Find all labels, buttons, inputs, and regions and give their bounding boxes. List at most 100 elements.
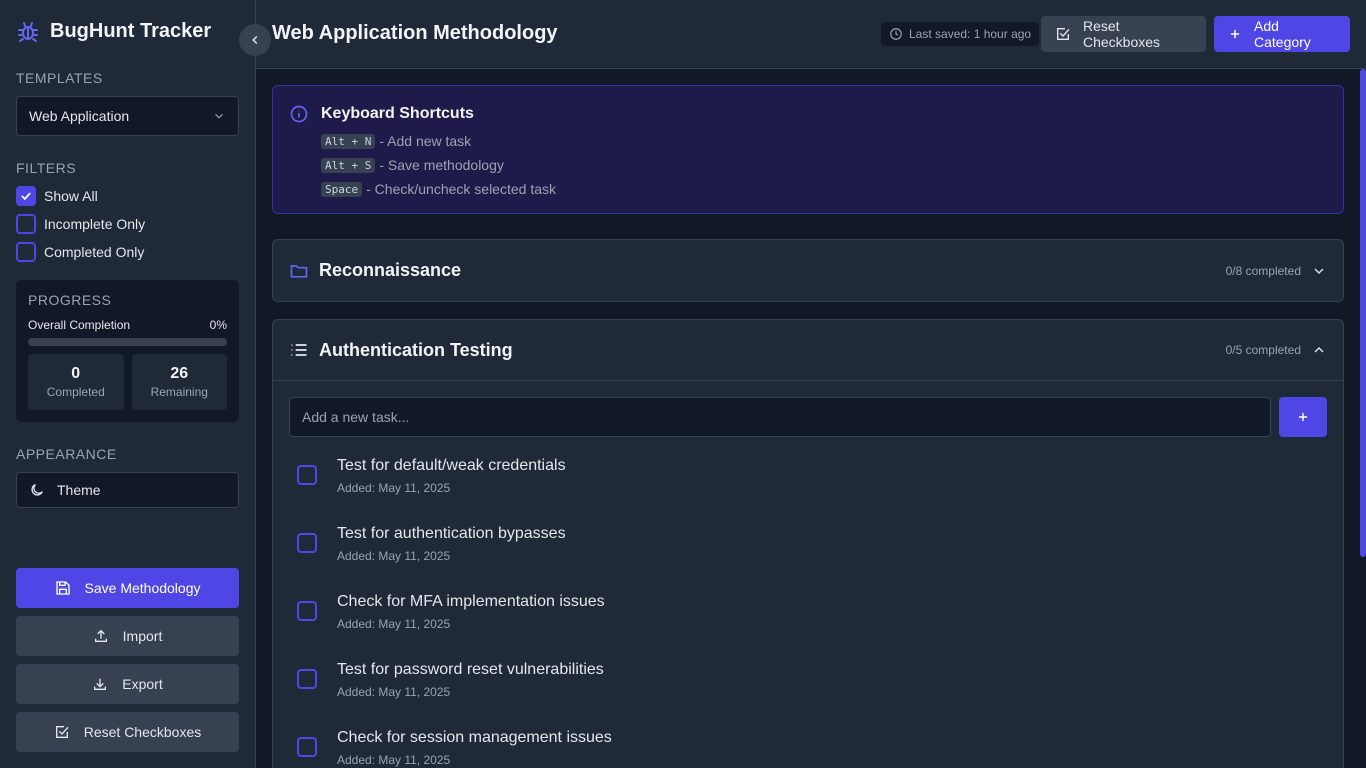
plus-icon (1228, 27, 1242, 41)
task-checkbox[interactable] (297, 669, 317, 689)
sidebar: BugHunt Tracker TEMPLATES Web Applicatio… (0, 0, 256, 768)
filters-label: FILTERS (16, 160, 77, 176)
theme-label: Theme (57, 482, 101, 498)
keyboard-shortcuts-panel: Keyboard Shortcuts Alt + N - Add new tas… (272, 85, 1344, 214)
app-title: BugHunt Tracker (50, 19, 212, 42)
sidebar-reset-checkboxes-button[interactable]: Reset Checkboxes (16, 712, 239, 752)
shortcut-key: Alt + N (321, 133, 376, 149)
task-item: Test for password reset vulnerabilities … (289, 641, 1327, 709)
task-item: Test for default/weak credentials Added:… (289, 437, 1327, 505)
add-task-button[interactable] (1279, 397, 1327, 437)
scrollbar-thumb[interactable] (1360, 69, 1366, 557)
shortcut-desc: - Save methodology (379, 157, 504, 173)
bug-icon (16, 19, 40, 43)
shortcut-item: Alt + N - Add new task (321, 129, 556, 153)
completed-count: 0 (71, 365, 81, 382)
task-date: Added: May 11, 2025 (337, 481, 451, 495)
brand: BugHunt Tracker (16, 16, 239, 46)
reset-checkboxes-label: Reset Checkboxes (1083, 18, 1161, 50)
header: Web Application Methodology Last saved: … (256, 0, 1366, 69)
category-title: Reconnaissance (319, 260, 462, 280)
progress-card: PROGRESS Overall Completion 0% 0 Complet… (16, 280, 239, 422)
task-checkbox[interactable] (297, 465, 317, 485)
info-icon (289, 104, 309, 195)
task-item: Test for authentication bypasses Added: … (289, 505, 1327, 573)
plus-icon (1296, 410, 1310, 424)
chevron-down-icon[interactable] (1311, 263, 1327, 279)
main-content: Keyboard Shortcuts Alt + N - Add new tas… (256, 69, 1366, 768)
upload-icon (93, 628, 109, 644)
task-checkbox[interactable] (297, 601, 317, 621)
task-date: Added: May 11, 2025 (337, 685, 451, 699)
chevron-down-icon (212, 109, 226, 123)
shortcut-desc: - Add new task (379, 133, 472, 149)
completed-label: Completed (46, 385, 105, 399)
reset-checkboxes-button[interactable]: Reset Checkboxes (1041, 16, 1206, 52)
save-methodology-label: Save Methodology (84, 580, 201, 596)
template-selected-value: Web Application (29, 108, 130, 124)
task-date: Added: May 11, 2025 (337, 549, 451, 563)
add-category-button[interactable]: Add Category (1214, 16, 1350, 52)
new-task-input[interactable] (289, 397, 1271, 437)
category-header[interactable]: Reconnaissance 0/8 completed (273, 240, 1343, 301)
shortcut-item: Space - Check/uncheck selected task (321, 177, 556, 201)
moon-icon (29, 482, 45, 498)
overall-completion-value: 0% (209, 318, 227, 332)
category-header[interactable]: Authentication Testing 0/5 completed (273, 320, 1343, 381)
filter-label: Incomplete Only (44, 216, 146, 232)
overall-completion-label: Overall Completion (28, 318, 131, 332)
clock-icon (889, 27, 903, 41)
filter-show-all[interactable]: Show All (16, 186, 239, 206)
download-icon (92, 676, 108, 692)
theme-toggle-button[interactable]: Theme (16, 472, 239, 508)
task-text: Test for default/weak credentials (337, 457, 566, 474)
task-date: Added: May 11, 2025 (337, 753, 451, 767)
template-select[interactable]: Web Application (16, 96, 239, 136)
save-methodology-button[interactable]: Save Methodology (16, 568, 239, 608)
category-reconnaissance: Reconnaissance 0/8 completed (272, 239, 1344, 302)
import-label: Import (122, 628, 163, 644)
task-item: Check for session management issues Adde… (289, 709, 1327, 768)
chevron-up-icon[interactable] (1311, 342, 1327, 358)
export-button[interactable]: Export (16, 664, 239, 704)
shortcuts-title: Keyboard Shortcuts (321, 105, 474, 122)
collapse-sidebar-button[interactable] (239, 24, 271, 56)
checkbox-show-all[interactable] (16, 186, 36, 206)
shortcut-item: Alt + S - Save methodology (321, 153, 556, 177)
task-checkbox[interactable] (297, 533, 317, 553)
shortcut-key: Alt + S (321, 157, 376, 173)
reset-checkboxes-label: Reset Checkboxes (83, 724, 202, 740)
checkbox-incomplete-only[interactable] (16, 214, 36, 234)
category-count: 0/8 completed (1225, 263, 1301, 278)
check-square-icon (1055, 26, 1071, 42)
task-text: Test for password reset vulnerabilities (337, 661, 604, 678)
chevron-left-icon (248, 33, 262, 47)
filter-incomplete-only[interactable]: Incomplete Only (16, 214, 239, 234)
save-icon (55, 580, 71, 596)
category-title: Authentication Testing (319, 339, 513, 360)
remaining-label: Remaining (150, 385, 208, 399)
shortcut-key: Space (321, 181, 363, 197)
remaining-count: 26 (170, 365, 189, 382)
remaining-stat: 26 Remaining (131, 354, 227, 410)
filter-completed-only[interactable]: Completed Only (16, 242, 239, 262)
filter-label: Completed Only (44, 244, 145, 260)
checkbox-completed-only[interactable] (16, 242, 36, 262)
task-text: Check for MFA implementation issues (337, 593, 605, 610)
last-saved-badge: Last saved: 1 hour ago (881, 22, 1040, 46)
add-category-label: Add Category (1254, 18, 1311, 50)
appearance-label: APPEARANCE (16, 446, 117, 462)
category-body: Test for default/weak credentials Added:… (273, 381, 1343, 768)
progress-bar (28, 338, 227, 346)
shortcut-desc: - Check/uncheck selected task (366, 181, 556, 197)
import-button[interactable]: Import (16, 616, 239, 656)
list-icon (289, 340, 309, 360)
check-square-icon (54, 724, 70, 740)
page-title: Web Application Methodology (272, 22, 558, 44)
task-checkbox[interactable] (297, 737, 317, 757)
folder-icon (289, 261, 309, 281)
task-text: Check for session management issues (337, 729, 612, 746)
progress-label: PROGRESS (28, 292, 112, 308)
category-authentication-testing: Authentication Testing 0/5 completed Tes… (272, 319, 1344, 768)
task-text: Test for authentication bypasses (337, 525, 566, 542)
